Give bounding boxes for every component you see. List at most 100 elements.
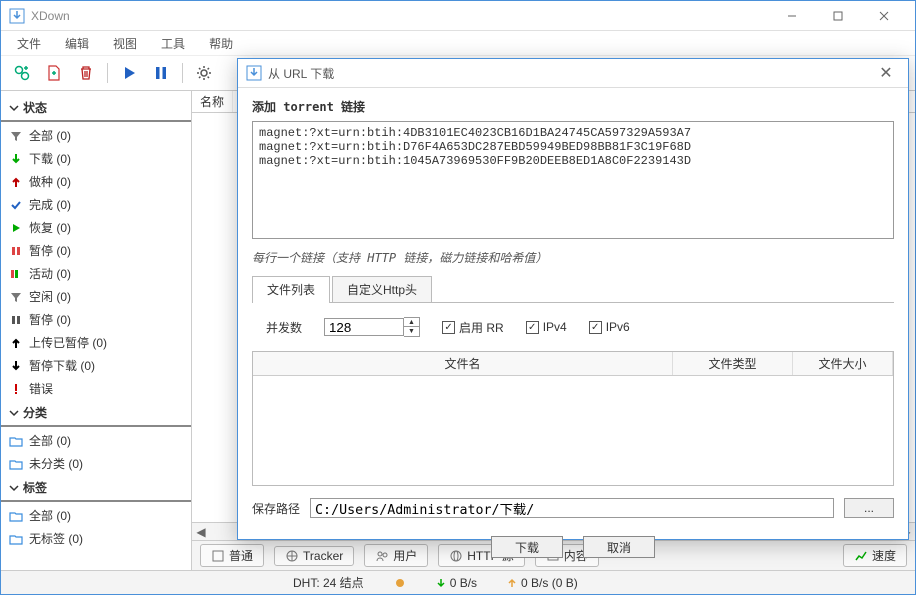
sidebar-item-label: 活动 (0) [29, 265, 183, 282]
menu-edit[interactable]: 编辑 [55, 33, 99, 54]
sidebar-item-label: 未分类 (0) [29, 455, 183, 472]
sidebar-item-category-1[interactable]: 未分类 (0) [1, 452, 191, 475]
path-label: 保存路径 [252, 500, 300, 517]
filter-icon [9, 290, 23, 304]
path-row: 保存路径 ... [252, 492, 894, 524]
dot-icon [9, 267, 23, 281]
options-row: 并发数 ▲▼ ✓启用 RR ✓IPv4 ✓IPv6 [252, 309, 894, 343]
tab-filelist[interactable]: 文件列表 [252, 276, 330, 303]
sidebar-item-label: 做种 (0) [29, 173, 183, 190]
tab-httpheaders[interactable]: 自定义Http头 [332, 276, 432, 303]
dialog-heading: 添加 torrent 链接 [252, 98, 894, 115]
section-header-tags[interactable]: 标签 [1, 475, 191, 502]
sidebar-item-status-11[interactable]: 错误 [1, 377, 191, 400]
section-title: 分类 [23, 404, 47, 421]
sidebar-item-label: 全部 (0) [29, 127, 183, 144]
status-down: 0 B/s [436, 576, 477, 590]
section-header-category[interactable]: 分类 [1, 400, 191, 427]
concurrency-spinner[interactable]: ▲▼ [324, 317, 420, 337]
col-filetype[interactable]: 文件类型 [673, 352, 793, 375]
path-input[interactable] [310, 498, 834, 518]
window-title: XDown [31, 9, 769, 23]
sidebar-item-category-0[interactable]: 全部 (0) [1, 429, 191, 452]
menu-file[interactable]: 文件 [7, 33, 51, 54]
spin-up-icon[interactable]: ▲ [404, 318, 419, 327]
sidebar-item-status-9[interactable]: 上传已暂停 (0) [1, 331, 191, 354]
menu-view[interactable]: 视图 [103, 33, 147, 54]
sidebar-item-status-10[interactable]: 暂停下载 (0) [1, 354, 191, 377]
checkbox-icon: ✓ [526, 321, 539, 334]
sidebar-item-status-4[interactable]: 恢复 (0) [1, 216, 191, 239]
sidebar-section-status: 状态 全部 (0)下载 (0)做种 (0)完成 (0)恢复 (0)暂停 (0)活… [1, 95, 191, 400]
status-up: 0 B/s (0 B) [507, 576, 578, 590]
section-header-status[interactable]: 状态 [1, 95, 191, 122]
dialog-close-button[interactable]: ✕ [872, 59, 900, 87]
col-filename[interactable]: 文件名 [253, 352, 673, 375]
spinner-buttons[interactable]: ▲▼ [404, 317, 420, 337]
doc-icon [211, 549, 225, 563]
sidebar-item-status-6[interactable]: 活动 (0) [1, 262, 191, 285]
checkbox-ipv4[interactable]: ✓IPv4 [526, 320, 567, 334]
scroll-left-icon[interactable]: ◀ [192, 523, 210, 541]
download-button[interactable]: 下载 [491, 536, 563, 558]
spin-down-icon[interactable]: ▼ [404, 327, 419, 336]
dialog-body: 添加 torrent 链接 magnet:?xt=urn:btih:4DB310… [238, 88, 908, 572]
folder-icon [9, 434, 23, 448]
down-icon [9, 152, 23, 166]
toolbar-sep2 [182, 63, 183, 83]
sidebar-item-label: 上传已暂停 (0) [29, 334, 183, 351]
sidebar-item-status-1[interactable]: 下载 (0) [1, 147, 191, 170]
sidebar-item-status-3[interactable]: 完成 (0) [1, 193, 191, 216]
plug-icon [394, 577, 406, 589]
checkbox-label: IPv6 [606, 320, 630, 334]
sidebar-item-label: 暂停 (0) [29, 311, 183, 328]
cancel-button[interactable]: 取消 [583, 536, 655, 558]
settings-button[interactable] [191, 60, 217, 86]
menu-help[interactable]: 帮助 [199, 33, 243, 54]
sidebar-item-label: 暂停下载 (0) [29, 357, 183, 374]
section-title: 状态 [23, 99, 47, 116]
col-filesize[interactable]: 文件大小 [793, 352, 893, 375]
col-name[interactable]: 名称 [192, 91, 233, 112]
file-table: 文件名 文件类型 文件大小 [252, 351, 894, 486]
sidebar-item-tags-1[interactable]: 无标签 (0) [1, 527, 191, 550]
torrent-links-textarea[interactable]: magnet:?xt=urn:btih:4DB3101EC4023CB16D1B… [252, 121, 894, 239]
minimize-button[interactable] [769, 1, 815, 31]
checkbox-label: 启用 RR [459, 319, 504, 336]
start-button[interactable] [116, 60, 142, 86]
add-file-button[interactable] [41, 60, 67, 86]
dialog-hint: 每行一个链接（支持 HTTP 链接，磁力链接和哈希值） [252, 245, 894, 270]
checkbox-rr[interactable]: ✓ 启用 RR [442, 319, 504, 336]
browse-button[interactable]: ... [844, 498, 894, 518]
folder-icon [9, 509, 23, 523]
sidebar-item-label: 全部 (0) [29, 507, 183, 524]
status-firewall [394, 577, 406, 589]
checkbox-icon: ✓ [442, 321, 455, 334]
sidebar-section-tags: 标签 全部 (0) 无标签 (0) [1, 475, 191, 550]
sidebar-item-label: 无标签 (0) [29, 530, 183, 547]
menubar: 文件 编辑 视图 工具 帮助 [1, 31, 915, 55]
dialog-title: 从 URL 下载 [268, 65, 872, 82]
add-url-button[interactable] [9, 60, 35, 86]
chevron-down-icon [9, 483, 19, 493]
sidebar-section-category: 分类 全部 (0) 未分类 (0) [1, 400, 191, 475]
close-button[interactable] [861, 1, 907, 31]
add-url-dialog: 从 URL 下载 ✕ 添加 torrent 链接 magnet:?xt=urn:… [237, 58, 909, 540]
up-icon [9, 175, 23, 189]
delete-button[interactable] [73, 60, 99, 86]
sidebar-item-tags-0[interactable]: 全部 (0) [1, 504, 191, 527]
sidebar-item-status-7[interactable]: 空闲 (0) [1, 285, 191, 308]
sidebar-item-status-8[interactable]: 暂停 (0) [1, 308, 191, 331]
folder-icon [9, 532, 23, 546]
sidebar-item-status-0[interactable]: 全部 (0) [1, 124, 191, 147]
menu-tools[interactable]: 工具 [151, 33, 195, 54]
sidebar-item-label: 下载 (0) [29, 150, 183, 167]
sidebar-item-label: 错误 [29, 380, 183, 397]
dialog-buttons: 下载 取消 [252, 530, 894, 564]
pause-button[interactable] [148, 60, 174, 86]
concurrency-input[interactable] [324, 318, 404, 336]
sidebar-item-status-5[interactable]: 暂停 (0) [1, 239, 191, 262]
checkbox-ipv6[interactable]: ✓IPv6 [589, 320, 630, 334]
maximize-button[interactable] [815, 1, 861, 31]
sidebar-item-status-2[interactable]: 做种 (0) [1, 170, 191, 193]
